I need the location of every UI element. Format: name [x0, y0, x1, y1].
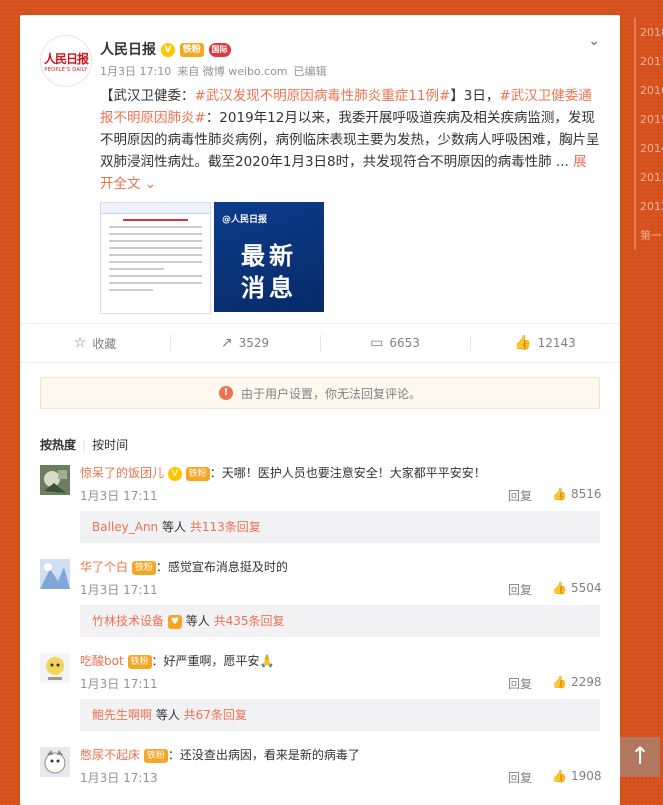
year-item[interactable]: 2015 — [634, 105, 663, 134]
reply-button[interactable]: 回复 — [508, 581, 532, 598]
back-to-top-button[interactable]: ↑ — [620, 737, 660, 777]
year-item[interactable]: 2018 — [634, 18, 663, 47]
comment-text: ：感觉宣布消息挺及时的 — [155, 560, 288, 574]
year-item[interactable]: 第一 — [634, 221, 663, 250]
author-name[interactable]: 人民日报 — [100, 42, 156, 58]
comment-like-button[interactable]: 👍 2298 — [552, 675, 602, 689]
year-item[interactable]: 2014 — [634, 134, 663, 163]
thumbs-up-icon: 👍 — [552, 487, 567, 501]
year-item[interactable]: 2016 — [634, 76, 663, 105]
fan-badge: 铁粉 — [185, 466, 210, 481]
verified-icon: V — [160, 43, 175, 57]
image-text-line1: 最新 — [241, 242, 297, 270]
comment-icon: ▭ — [370, 335, 384, 351]
year-item[interactable]: 2017 — [634, 47, 663, 76]
fan-badge: ♥ — [167, 614, 182, 629]
sub-replies-summary[interactable]: 鲍先生啊啊 等人 共67条回复 — [80, 699, 600, 731]
image-text-line2: 消息 — [241, 274, 297, 302]
sub-reply-user[interactable]: 鲍先生啊啊 — [92, 708, 152, 722]
post-text: 【武汉卫健委：#武汉发现不明原因病毒性肺炎重症11例#】3日，#武汉卫健委通报不… — [100, 88, 600, 192]
commenter-avatar[interactable] — [40, 559, 70, 589]
comment-button[interactable]: ▭ 6653 — [320, 324, 470, 362]
image-brand-label: @人民日报 — [222, 215, 268, 225]
year-item[interactable]: 2012 — [634, 192, 663, 221]
post-image-document[interactable] — [100, 202, 211, 314]
sub-reply-user[interactable]: Balley_Ann — [92, 520, 158, 534]
comment-time: 1月3日 17:11 — [80, 489, 158, 503]
author-avatar[interactable]: 人民日报 PEOPLE'S DAILY — [40, 35, 92, 87]
comment-time: 1月3日 17:11 — [80, 677, 158, 691]
post-date[interactable]: 1月3日 17:10 — [100, 65, 171, 78]
post-meta: 1月3日 17:10 来自 微博 weibo.com 已编辑 — [100, 63, 333, 79]
commenter-avatar[interactable] — [40, 653, 70, 683]
post-image-latest-news[interactable]: @人民日报 最新 消息 — [214, 202, 324, 312]
commenter-avatar[interactable] — [40, 465, 70, 495]
hashtag-link-1[interactable]: #武汉发现不明原因病毒性肺炎重症11例# — [195, 88, 451, 104]
comment-text: ：还没查出病因，看来是新的病毒了 — [167, 748, 360, 762]
commenter-name[interactable]: 憋尿不起床 — [80, 748, 140, 762]
view-replies-link[interactable]: 共113条回复 — [190, 520, 261, 534]
sort-by-hot-tab[interactable]: 按热度 — [40, 438, 76, 452]
comment-time: 1月3日 17:11 — [80, 583, 158, 597]
repost-icon: ↗ — [220, 335, 233, 351]
reply-button[interactable]: 回复 — [508, 675, 532, 692]
view-replies-link[interactable]: 共435条回复 — [214, 614, 285, 628]
sub-replies-summary[interactable]: Balley_Ann 等人 共113条回复 — [80, 511, 600, 543]
reply-button[interactable]: 回复 — [508, 487, 532, 504]
chevron-down-icon: ⌄ — [144, 176, 157, 192]
fan-badge: 铁粉 — [179, 43, 204, 57]
commenter-name[interactable]: 惊呆了的饭团儿 — [80, 466, 164, 480]
thumbs-up-icon: 👍 — [552, 769, 567, 783]
reply-disabled-notice: ! 由于用户设置，你无法回复评论。 — [40, 377, 600, 409]
comment-like-button[interactable]: 👍 5504 — [552, 581, 602, 595]
special-badge: 国际 — [208, 43, 231, 57]
comment-text: ：天哪！医护人员也要注意安全！大家都平平安安！ — [209, 466, 486, 480]
commenter-name[interactable]: 华了个白 — [80, 560, 128, 574]
peoples-daily-logo: 人民日报 — [43, 51, 89, 66]
star-icon: ☆ — [73, 335, 87, 351]
sub-reply-user[interactable]: 竹林技术设备 — [92, 614, 164, 628]
fan-badge: 铁粉 — [131, 560, 156, 575]
like-button[interactable]: 👍 12143 — [470, 324, 620, 362]
post-menu-chevron-icon[interactable]: ⌄ — [588, 33, 600, 49]
arrow-up-icon: ↑ — [629, 742, 651, 770]
edited-label: 已编辑 — [293, 65, 327, 78]
post-source: 来自 微博 weibo.com — [177, 65, 288, 78]
comment-like-button[interactable]: 👍 8516 — [552, 487, 602, 501]
sort-by-time-tab[interactable]: 按时间 — [92, 438, 128, 452]
reply-button[interactable]: 回复 — [508, 769, 532, 786]
comment-like-button[interactable]: 👍 1908 — [552, 769, 602, 783]
comment-text: ：好严重啊，愿平安🙏 — [151, 654, 275, 668]
thumbs-up-icon: 👍 — [514, 335, 532, 351]
weibo-post-card: 人民日报 PEOPLE'S DAILY 人民日报 V 铁粉 国际 1月3日 17… — [20, 15, 620, 805]
fan-badge: 铁粉 — [143, 748, 168, 763]
repost-button[interactable]: ↗ 3529 — [170, 324, 320, 362]
year-timeline: 2018 2017 2016 2015 2014 2013 2012 第一 — [634, 18, 663, 250]
comment-time: 1月3日 17:13 — [80, 771, 158, 785]
favorite-button[interactable]: ☆ 收藏 — [20, 324, 170, 362]
view-replies-link[interactable]: 共67条回复 — [184, 708, 247, 722]
thumbs-up-icon: 👍 — [552, 581, 567, 595]
warning-icon: ! — [218, 386, 233, 400]
sub-replies-summary[interactable]: 竹林技术设备 ♥ 等人 共435条回复 — [80, 605, 600, 637]
commenter-avatar[interactable] — [40, 747, 70, 777]
thumbs-up-icon: 👍 — [552, 675, 567, 689]
fan-badge: 铁粉 — [127, 654, 152, 669]
post-action-bar: ☆ 收藏 ↗ 3529 ▭ 6653 👍 12143 — [20, 323, 620, 363]
comment-sort: 按热度 | 按时间 — [40, 438, 129, 452]
verified-icon: V — [167, 466, 182, 481]
author-line: 人民日报 V 铁粉 国际 — [100, 39, 231, 59]
year-item[interactable]: 2013 — [634, 163, 663, 192]
commenter-name[interactable]: 吃酸bot — [80, 654, 124, 668]
